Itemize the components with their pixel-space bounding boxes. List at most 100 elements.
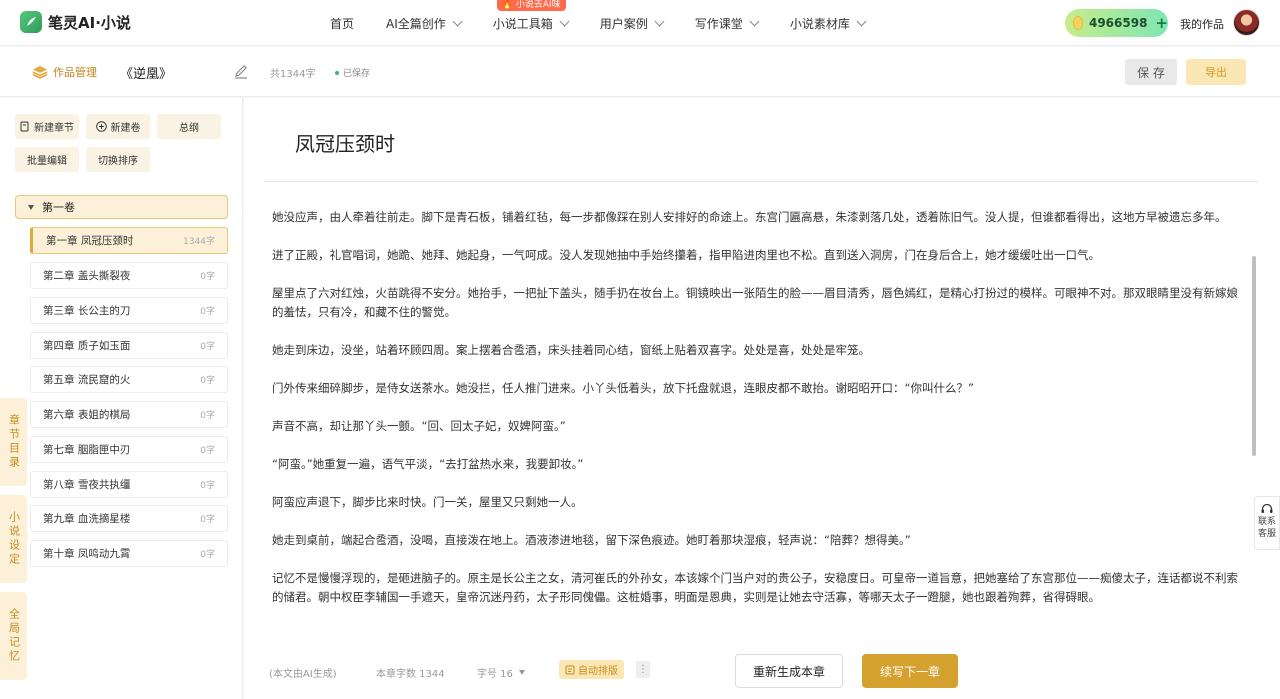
chapter-word-count: 0字 (200, 376, 215, 386)
chapter-word-count: 0字 (200, 411, 215, 421)
plus-circle-icon (95, 121, 107, 132)
caret-down-icon (518, 670, 525, 675)
font-size-select[interactable]: 字号 16 (477, 665, 525, 680)
paragraph: 记忆不是慢慢浮现的，是砸进脑子的。原主是长公主之女，清河崔氏的外孙女，本该嫁个门… (272, 571, 1238, 604)
top-nav: 笔灵AI·小说 首页 AI全篇创作 🔥 小说去AI味 小说工具箱 用户案例 写作… (0, 0, 1280, 46)
paragraph: 屋里点了六对红烛，火苗跳得不安分。她抬手，一把扯下盖头，随手扔在妆台上。铜镜映出… (272, 286, 1238, 319)
customer-service-button[interactable]: 联系 客服 (1254, 496, 1280, 550)
add-credits-icon[interactable]: + (1155, 14, 1168, 32)
logo-text: 笔灵AI·小说 (48, 13, 131, 32)
avatar[interactable] (1233, 9, 1260, 36)
regenerate-chapter-button[interactable]: 重新生成本章 (735, 654, 843, 688)
service-label-1: 联系 (1257, 517, 1276, 527)
editor-footer: (本文由AI生成) 本章字数 1344 字号 16 自动排版 ⋮ 重新生成本章 … (244, 648, 1280, 699)
chapter-item[interactable]: 第七章 胭脂匣中刃 0字 (30, 436, 228, 463)
credits-balance[interactable]: 4966598 + (1065, 9, 1168, 37)
chapter-word-count: 0字 (200, 550, 215, 560)
outline-button[interactable]: 总纲 (157, 114, 221, 139)
chapter-word-count: 1344字 (183, 237, 215, 247)
layers-icon (32, 66, 48, 79)
nav-writing-class[interactable]: 写作课堂 (694, 15, 760, 32)
service-label-2: 客服 (1257, 529, 1276, 539)
chevron-down-icon (559, 16, 570, 26)
new-volume-label: 新建卷 (110, 123, 141, 134)
nav-badge: 🔥 小说去AI味 (496, 0, 566, 11)
volume-item[interactable]: 第一卷 (15, 195, 228, 219)
chapter-title: 第八章 雪夜共执缰 (43, 479, 131, 491)
chapter-word-count: 0字 (200, 272, 215, 282)
nav-ai-create[interactable]: AI全篇创作 (386, 15, 463, 32)
paragraph: 她走到桌前，端起合卺酒，没喝，直接泼在地上。酒液渗进地毯，留下深色痕迹。她盯着那… (272, 533, 911, 547)
chapter-title: 第七章 胭脂匣中刃 (43, 444, 131, 456)
auto-format-icon (565, 665, 575, 674)
batch-edit-button[interactable]: 批量编辑 (15, 147, 79, 172)
nav-material-label: 小说素材库 (789, 16, 850, 31)
ai-generated-note: (本文由AI生成) (269, 669, 337, 680)
chapter-heading[interactable]: 凤冠压颈时 (295, 128, 395, 157)
chapter-word-count: 0字 (200, 307, 215, 317)
font-size-value: 字号 16 (477, 669, 513, 680)
nav-cases[interactable]: 用户案例 (599, 15, 665, 32)
chapter-item[interactable]: 第五章 流民窟的火 0字 (30, 366, 228, 393)
chapter-title: 第十章 凤鸣动九霄 (43, 548, 131, 560)
tab-chapter-list[interactable]: 章节目录 (0, 398, 27, 486)
nav-writing-class-label: 写作课堂 (694, 16, 743, 31)
work-manage-button[interactable]: 作品管理 (32, 64, 97, 80)
tab-global-memory[interactable]: 全局记忆 (0, 592, 27, 680)
chapter-content-editor[interactable]: 她没应声，由人牵着往前走。脚下是青石板，铺着红毡，每一步都像踩在别人安排好的命途… (272, 208, 1248, 628)
chapter-word-count: 0字 (200, 342, 215, 352)
tab-novel-settings[interactable]: 小说设定 (0, 495, 27, 583)
chapter-item[interactable]: 第三章 长公主的刀 0字 (30, 297, 228, 324)
logo-icon (20, 11, 42, 33)
chevron-down-icon (452, 16, 463, 26)
export-button[interactable]: 导出 (1186, 59, 1246, 85)
paragraph: 声音不高，却让那丫头一颤。“回、回太子妃，奴婢阿蛮。” (272, 419, 566, 433)
chapter-item[interactable]: 第十章 凤鸣动九霄 0字 (30, 540, 228, 567)
save-button[interactable]: 保 存 (1125, 59, 1177, 85)
chapter-item[interactable]: 第八章 雪夜共执缰 0字 (30, 471, 228, 498)
more-options-icon[interactable]: ⋮ (636, 661, 650, 678)
chapter-title: 第九章 血洗摘星楼 (43, 513, 131, 525)
nav-toolbox[interactable]: 🔥 小说去AI味 小说工具箱 (492, 0, 570, 32)
work-title: 《逆凰》 (120, 67, 173, 82)
paragraph: 阿蛮应声退下，脚步比来时快。门一关，屋里又只剩她一人。 (272, 495, 583, 509)
chapter-item[interactable]: 第四章 质子如玉面 0字 (30, 332, 228, 359)
credits-value: 4966598 (1088, 16, 1148, 30)
chapter-word-count-footer: 本章字数 1344 (376, 669, 445, 680)
editor-main: 凤冠压颈时 她没应声，由人牵着往前走。脚下是青石板，铺着红毡，每一步都像踩在别人… (244, 98, 1280, 699)
nav-toolbox-label: 小说工具箱 (492, 16, 553, 31)
paragraph: 进了正殿，礼官唱词，她跪、她拜、她起身，一气呵成。没人发现她抽中手始终攥着，指甲… (272, 248, 1100, 262)
auto-format-button[interactable]: 自动排版 (559, 660, 624, 679)
chapter-item[interactable]: 第九章 血洗摘星楼 0字 (30, 505, 228, 532)
paragraph: 门外传来细碎脚步，是侍女送茶水。她没拦，任人推门进来。小丫头低着头，放下托盘就退… (272, 381, 974, 395)
chapter-item[interactable]: 第一章 凤冠压颈时 1344字 (30, 227, 228, 254)
new-chapter-button[interactable]: 新建章节 (15, 114, 79, 139)
volume-label: 第一卷 (42, 201, 75, 214)
nav-cases-label: 用户案例 (599, 16, 648, 31)
chevron-down-icon (749, 16, 760, 26)
nav-home[interactable]: 首页 (330, 15, 354, 32)
my-works-link[interactable]: 我的作品 (1180, 16, 1224, 32)
logo[interactable]: 笔灵AI·小说 (20, 11, 131, 33)
nav-material[interactable]: 小说素材库 (789, 15, 867, 32)
chapter-item[interactable]: 第六章 表姐的棋局 0字 (30, 401, 228, 428)
edit-title-icon[interactable] (233, 63, 249, 83)
nav-badge-label: 小说去AI味 (515, 0, 561, 10)
content-scrollbar[interactable] (1252, 256, 1256, 456)
nav-ai-create-label: AI全篇创作 (386, 16, 446, 31)
coin-icon (1073, 16, 1083, 30)
chapter-title: 第一章 凤冠压颈时 (46, 235, 134, 247)
chapter-item[interactable]: 第二章 盖头撕裂夜 0字 (30, 262, 228, 289)
new-chapter-label: 新建章节 (34, 123, 74, 134)
save-status: 已保存 (335, 66, 370, 79)
chapter-word-count: 0字 (200, 481, 215, 491)
chapter-word-count: 0字 (200, 446, 215, 456)
sort-toggle-button[interactable]: 切换排序 (86, 147, 150, 172)
new-doc-icon (20, 121, 29, 132)
saved-dot-icon (335, 70, 339, 75)
nav-home-label: 首页 (330, 16, 355, 31)
word-count: 共1344字 (270, 69, 316, 80)
chapter-title: 第六章 表姐的棋局 (43, 409, 131, 421)
continue-next-chapter-button[interactable]: 续写下一章 (862, 654, 958, 688)
new-volume-button[interactable]: 新建卷 (86, 114, 150, 139)
